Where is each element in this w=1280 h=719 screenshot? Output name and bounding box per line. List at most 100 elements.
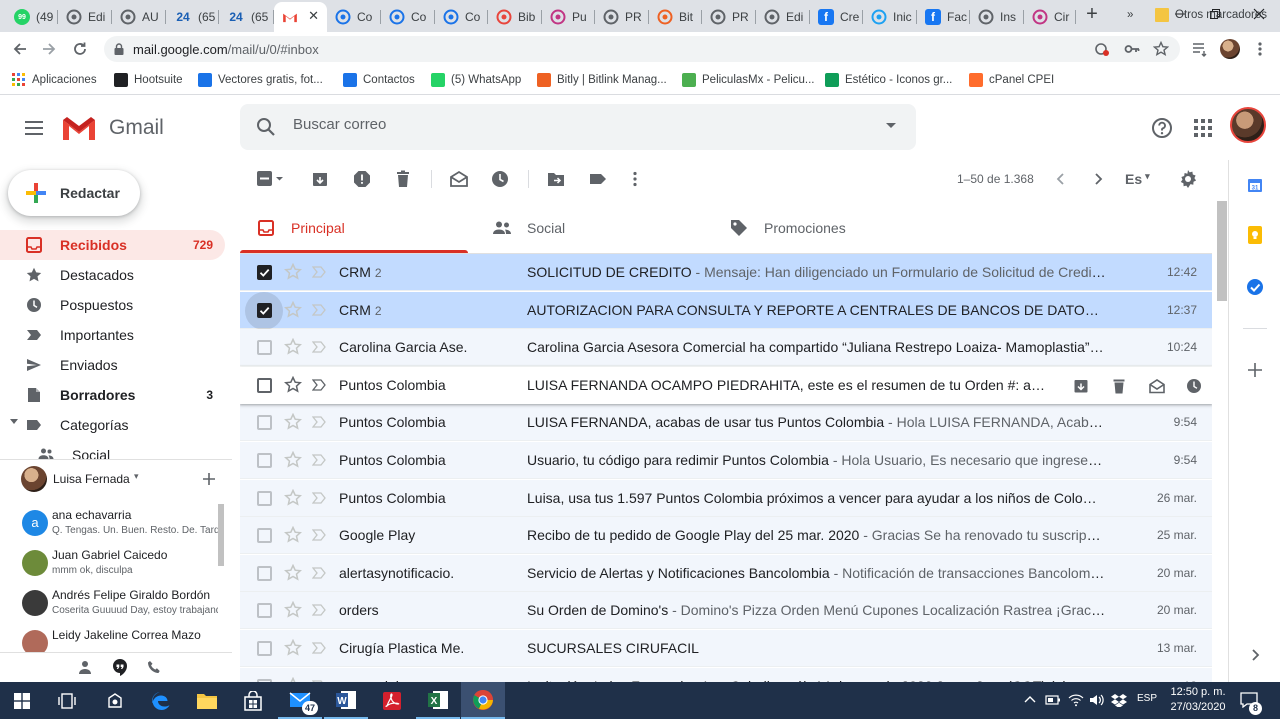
- search-input[interactable]: [293, 116, 853, 133]
- add-contact-icon[interactable]: [202, 472, 216, 486]
- browser-tab[interactable]: Edi: [58, 4, 112, 30]
- key-icon[interactable]: [1124, 41, 1140, 57]
- mark-read-icon[interactable]: [1148, 377, 1166, 395]
- dropbox-icon[interactable]: [1111, 693, 1127, 707]
- bookmark-item[interactable]: (5) WhatsApp: [431, 71, 521, 89]
- label-as-icon[interactable]: [589, 170, 607, 188]
- email-row[interactable]: CRM 2 AUTORIZACION PARA CONSULTA Y REPORTE…: [240, 291, 1212, 330]
- edge-icon[interactable]: [139, 682, 183, 719]
- email-row[interactable]: Cirugía Plastica Me. SUCURSALES CIRUFACIL…: [240, 630, 1212, 667]
- bookmark-item[interactable]: Hootsuite: [114, 71, 183, 89]
- tasks-icon[interactable]: [1246, 278, 1264, 296]
- hangouts-icon[interactable]: [111, 658, 129, 676]
- row-checkbox[interactable]: [257, 415, 272, 431]
- star-icon[interactable]: [284, 488, 302, 507]
- excel-icon[interactable]: X: [416, 682, 460, 719]
- browser-tab[interactable]: Inic: [863, 4, 917, 30]
- calendar-icon[interactable]: 31: [1246, 176, 1264, 194]
- move-to-icon[interactable]: [547, 170, 565, 188]
- delete-icon[interactable]: [1110, 377, 1128, 395]
- row-checkbox[interactable]: [257, 265, 272, 280]
- search-bar[interactable]: [240, 104, 916, 150]
- apps-grid-icon[interactable]: [1191, 116, 1215, 140]
- back-button[interactable]: [9, 38, 31, 60]
- star-icon[interactable]: [284, 563, 302, 582]
- report-spam-icon[interactable]: [353, 170, 371, 188]
- select-all-checkbox[interactable]: [256, 170, 284, 188]
- browser-tab[interactable]: Pu: [542, 4, 595, 30]
- get-addons-plus-icon[interactable]: [1246, 361, 1264, 379]
- reading-list-icon[interactable]: [1192, 41, 1208, 57]
- chrome-icon[interactable]: [461, 682, 505, 719]
- row-checkbox[interactable]: [257, 340, 272, 356]
- account-avatar[interactable]: [1230, 107, 1266, 143]
- browser-tab[interactable]: Edi: [756, 4, 810, 30]
- browser-tab[interactable]: 24 (65: [219, 4, 274, 30]
- importance-marker-icon[interactable]: [312, 604, 326, 617]
- importance-marker-icon[interactable]: [312, 454, 326, 466]
- bookmark-item[interactable]: Estético - Iconos gr...: [825, 71, 952, 89]
- importance-marker-icon[interactable]: [312, 567, 326, 579]
- browser-tab[interactable]: Co: [381, 4, 435, 30]
- star-icon[interactable]: [284, 451, 302, 469]
- browser-tab[interactable]: 24 (65: [166, 4, 219, 30]
- sidebar-item-importantes[interactable]: Importantes: [0, 320, 225, 350]
- browser-tab[interactable]: 99 (49: [6, 4, 58, 30]
- snooze-icon[interactable]: [491, 170, 509, 188]
- importance-marker-icon[interactable]: [312, 491, 326, 504]
- bookmark-item[interactable]: Contactos: [343, 71, 415, 89]
- keep-icon[interactable]: [1246, 226, 1264, 244]
- browser-tab[interactable]: ✕: [274, 2, 327, 32]
- mark-read-icon[interactable]: [450, 170, 468, 188]
- more-actions-icon[interactable]: [626, 170, 644, 188]
- main-menu-icon[interactable]: [22, 116, 46, 140]
- wifi-icon[interactable]: [1068, 693, 1084, 707]
- other-bookmarks[interactable]: Otros marcadores: [1155, 6, 1267, 24]
- bookmarks-overflow[interactable]: »: [1127, 6, 1133, 24]
- browser-tab[interactable]: f Cre: [810, 4, 863, 30]
- file-explorer-icon[interactable]: [185, 682, 229, 719]
- more-vert-icon[interactable]: [1252, 41, 1268, 57]
- email-row[interactable]: Puntos Colombia LUISA FERNANDA, acabas de…: [240, 404, 1212, 442]
- main-scrollbar[interactable]: [1217, 201, 1227, 301]
- star-icon[interactable]: [284, 601, 302, 619]
- browser-tab[interactable]: AU: [112, 4, 166, 30]
- row-checkbox[interactable]: [257, 528, 272, 544]
- store-icon[interactable]: [231, 682, 275, 719]
- star-icon[interactable]: [284, 375, 302, 394]
- browser-tab[interactable]: f Fac: [917, 4, 970, 30]
- close-tab-icon[interactable]: ✕: [308, 8, 319, 24]
- archive-icon[interactable]: [311, 170, 329, 188]
- volume-icon[interactable]: [1089, 693, 1105, 707]
- sidebar-item-borradores[interactable]: Borradores 3: [0, 380, 225, 410]
- email-row[interactable]: comercialInvitación: Luisa Fernanda - Lo…: [240, 667, 1212, 682]
- sidebar-item-pospuestos[interactable]: Pospuestos: [0, 290, 225, 320]
- tab-social[interactable]: Social: [492, 203, 565, 253]
- email-row[interactable]: CRM 2 SOLICITUD DE CREDITO - Mensaje: Han …: [240, 254, 1212, 291]
- importance-marker-icon[interactable]: [312, 642, 326, 654]
- email-row[interactable]: Puntos Colombia LUISA FERNANDA OCAMPO PIE…: [240, 366, 1212, 404]
- star-icon[interactable]: [284, 338, 302, 356]
- star-icon[interactable]: [284, 263, 302, 281]
- row-checkbox[interactable]: [257, 377, 272, 393]
- bookmark-star-icon[interactable]: [1153, 41, 1169, 57]
- expand-arrow-icon[interactable]: [10, 419, 18, 424]
- input-tools-button[interactable]: Es ▾: [1125, 171, 1150, 187]
- browser-tab[interactable]: Co: [435, 4, 488, 30]
- star-icon[interactable]: [284, 639, 302, 657]
- help-icon[interactable]: [1150, 116, 1174, 140]
- acrobat-icon[interactable]: [370, 682, 414, 719]
- browser-tab[interactable]: Bib: [488, 4, 542, 30]
- bookmark-item[interactable]: Aplicaciones: [12, 71, 97, 89]
- word-icon[interactable]: W: [324, 682, 368, 719]
- browser-tab[interactable]: Bit: [649, 4, 702, 30]
- star-icon[interactable]: [284, 300, 302, 319]
- compose-button[interactable]: Redactar: [8, 170, 140, 216]
- email-row[interactable]: Puntos Colombia Luisa, usa tus 1.597 Punt…: [240, 479, 1212, 517]
- email-row[interactable]: Google Play Recibo de tu pedido de Google…: [240, 517, 1212, 555]
- bookmark-item[interactable]: PeliculasMx - Pelicu...: [682, 71, 814, 89]
- expand-panel-icon[interactable]: [1246, 646, 1264, 664]
- task-view-icon[interactable]: [45, 682, 89, 719]
- forward-button[interactable]: [38, 38, 60, 60]
- start-windows-icon[interactable]: [0, 682, 44, 719]
